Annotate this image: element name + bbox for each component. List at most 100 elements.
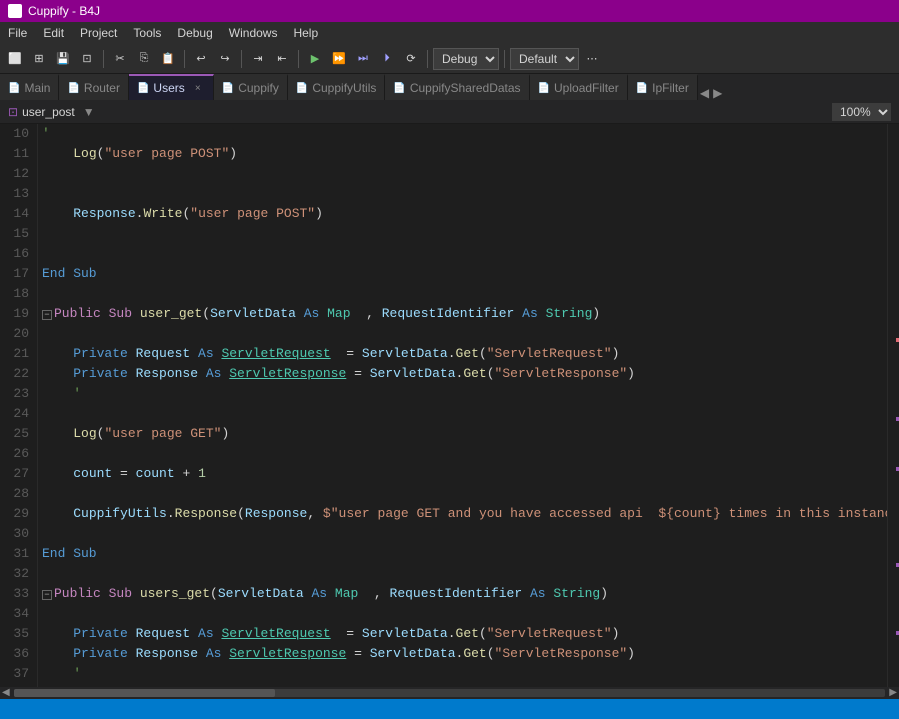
tab-icon-users: 📄 (137, 83, 149, 94)
fold-icon-line-19[interactable]: − (42, 310, 52, 320)
fold-icon-line-33[interactable]: − (42, 590, 52, 600)
toolbar-btn-step3[interactable]: ⏵ (376, 48, 398, 70)
line-num-23: 23 (4, 384, 29, 404)
tab-label-cuppifyutils: CuppifyUtils (312, 81, 376, 95)
tab-cuppify[interactable]: 📄Cuppify (214, 74, 288, 100)
code-line-37: ' (42, 664, 883, 684)
line-num-17: 17 (4, 264, 29, 284)
code-line-31: End Sub (42, 544, 883, 564)
toolbar-btn-2[interactable]: ⊞ (28, 48, 50, 70)
code-line-20 (42, 324, 883, 344)
toolbar-sep-3 (241, 50, 242, 68)
menu-item-file[interactable]: File (0, 24, 35, 42)
toolbar-btn-save[interactable]: 💾 (52, 48, 74, 70)
title-text: Cuppify - B4J (28, 4, 100, 18)
tab-cuppifyshareddatas[interactable]: 📄CuppifySharedDatas (385, 74, 529, 100)
toolbar-btn-paste[interactable]: 📋 (157, 48, 179, 70)
toolbar-btn-stop[interactable]: ⟳ (400, 48, 422, 70)
tab-ipfilter[interactable]: 📄IpFilter (628, 74, 698, 100)
app-icon (8, 4, 22, 18)
code-content[interactable]: ' Log("user page POST") Response.Write("… (38, 124, 887, 687)
code-line-32 (42, 564, 883, 584)
tabs-bar: 📄Main📄Router📄Users×📄Cuppify📄CuppifyUtils… (0, 74, 899, 100)
scroll-left[interactable]: ◀ (0, 687, 12, 699)
line-num-16: 16 (4, 244, 29, 264)
tab-close-users[interactable]: × (191, 81, 205, 95)
zoom-select[interactable]: 100% (832, 103, 891, 121)
code-line-36: Private Response As ServletResponse = Se… (42, 644, 883, 664)
toolbar-btn-indent[interactable]: ⇥ (247, 48, 269, 70)
title-bar: Cuppify - B4J (0, 0, 899, 22)
tabs-nav-prev[interactable]: ◀ (698, 86, 711, 100)
line-num-15: 15 (4, 224, 29, 244)
config-select[interactable]: Default (510, 48, 579, 70)
tab-uploadfilter[interactable]: 📄UploadFilter (530, 74, 628, 100)
menu-bar: FileEditProjectToolsDebugWindowsHelp (0, 22, 899, 44)
menu-item-project[interactable]: Project (72, 24, 125, 42)
tab-main[interactable]: 📄 Main (0, 74, 59, 100)
tab-label-router: Router (84, 81, 120, 95)
tab-router[interactable]: 📄Router (59, 74, 128, 100)
code-line-19: −Public Sub user_get(ServletData As Map … (42, 304, 883, 324)
code-line-12 (42, 164, 883, 184)
line-num-33: 33 (4, 584, 29, 604)
code-line-30 (42, 524, 883, 544)
code-line-21: Private Request As ServletRequest = Serv… (42, 344, 883, 364)
toolbar-btn-run[interactable]: ▶ (304, 48, 326, 70)
toolbar-btn-copy[interactable]: ⎘ (133, 48, 155, 70)
code-line-17: End Sub (42, 264, 883, 284)
toolbar-btn-4[interactable]: ⊡ (76, 48, 98, 70)
status-bar (0, 699, 899, 719)
toolbar-btn-1[interactable]: ⬜ (4, 48, 26, 70)
toolbar-btn-step2[interactable]: ⏭ (352, 48, 374, 70)
tab-cuppifyutils[interactable]: 📄CuppifyUtils (288, 74, 385, 100)
line-numbers: 1011121314151617181920212223242526272829… (0, 124, 38, 687)
toolbar-btn-extra[interactable]: ⋯ (581, 48, 603, 70)
line-num-21: 21 (4, 344, 29, 364)
menu-item-debug[interactable]: Debug (169, 24, 220, 42)
line-num-20: 20 (4, 324, 29, 344)
hscroll-track[interactable] (14, 689, 886, 697)
menu-item-edit[interactable]: Edit (35, 24, 72, 42)
tab-users[interactable]: 📄 Users × (129, 74, 214, 100)
tabs-nav-next[interactable]: ▶ (711, 86, 724, 100)
line-num-11: 11 (4, 144, 29, 164)
toolbar-sep-6 (504, 50, 505, 68)
tab-label-users: Users (153, 81, 184, 95)
tab-icon-cuppifyshareddatas: 📄 (393, 83, 405, 94)
breadcrumb-dropdown[interactable]: ▼ (83, 105, 95, 119)
zoom-control: 100% (832, 103, 891, 121)
hscroll-thumb[interactable] (14, 689, 275, 697)
code-line-10: ' (42, 124, 883, 144)
tab-icon-ipfilter: 📄 (636, 83, 648, 94)
menu-item-windows[interactable]: Windows (221, 24, 286, 42)
code-line-34 (42, 604, 883, 624)
code-line-33: −Public Sub users_get(ServletData As Map… (42, 584, 883, 604)
code-line-27: count = count + 1 (42, 464, 883, 484)
line-num-28: 28 (4, 484, 29, 504)
code-line-26 (42, 444, 883, 464)
line-num-36: 36 (4, 644, 29, 664)
tab-label-main: Main (24, 81, 50, 95)
toolbar-btn-step1[interactable]: ⏩ (328, 48, 350, 70)
toolbar-btn-cut[interactable]: ✂ (109, 48, 131, 70)
code-line-14: Response.Write("user page POST") (42, 204, 883, 224)
scroll-right[interactable]: ▶ (887, 687, 899, 699)
line-num-29: 29 (4, 504, 29, 524)
menu-item-tools[interactable]: Tools (125, 24, 169, 42)
toolbar-btn-outdent[interactable]: ⇤ (271, 48, 293, 70)
code-line-25: Log("user page GET") (42, 424, 883, 444)
toolbar-sep-2 (184, 50, 185, 68)
menu-item-help[interactable]: Help (285, 24, 326, 42)
tab-icon-main: 📄 (8, 83, 20, 94)
toolbar-btn-redo[interactable]: ↪ (214, 48, 236, 70)
breadcrumb-bar: ⊡ user_post ▼ 100% (0, 100, 899, 124)
line-num-31: 31 (4, 544, 29, 564)
code-line-28 (42, 484, 883, 504)
code-line-15 (42, 224, 883, 244)
line-num-13: 13 (4, 184, 29, 204)
debug-select[interactable]: Debug (433, 48, 499, 70)
toolbar-btn-undo[interactable]: ↩ (190, 48, 212, 70)
code-line-24 (42, 404, 883, 424)
line-num-19: 19 (4, 304, 29, 324)
